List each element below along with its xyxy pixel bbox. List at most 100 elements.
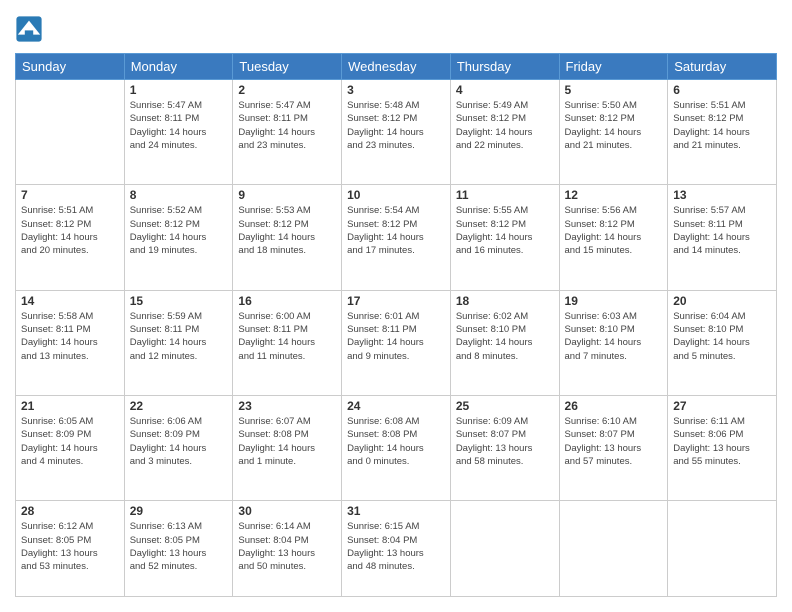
day-number: 7 [21,188,119,202]
day-number: 19 [565,294,663,308]
calendar-cell: 30 Sunrise: 6:14 AM Sunset: 8:04 PM Dayli… [233,501,342,597]
logo-icon [15,15,43,43]
calendar-cell [16,80,125,185]
day-info: Sunrise: 5:54 AM Sunset: 8:12 PM Dayligh… [347,204,445,257]
day-info: Sunrise: 5:51 AM Sunset: 8:12 PM Dayligh… [21,204,119,257]
calendar-cell: 3 Sunrise: 5:48 AM Sunset: 8:12 PM Daylig… [342,80,451,185]
calendar-cell: 7 Sunrise: 5:51 AM Sunset: 8:12 PM Daylig… [16,185,125,290]
day-number: 17 [347,294,445,308]
calendar-cell: 22Sunrise: 6:06 AM Sunset: 8:09 PM Dayli… [124,395,233,500]
day-info: Sunrise: 5:57 AM Sunset: 8:11 PM Dayligh… [673,204,771,257]
day-number: 21 [21,399,119,413]
day-number: 8 [130,188,228,202]
day-number: 23 [238,399,336,413]
day-info: Sunrise: 6:00 AM Sunset: 8:11 PM Dayligh… [238,310,336,363]
day-header-thursday: Thursday [450,54,559,80]
day-number: 25 [456,399,554,413]
day-info: Sunrise: 6:04 AM Sunset: 8:10 PM Dayligh… [673,310,771,363]
calendar-cell [450,501,559,597]
calendar-cell: 16 Sunrise: 6:00 AM Sunset: 8:11 PM Dayli… [233,290,342,395]
day-info: Sunrise: 5:47 AM Sunset: 8:11 PM Dayligh… [130,99,228,152]
day-info: Sunrise: 6:10 AM Sunset: 8:07 PM Dayligh… [565,415,663,468]
week-row-2: 7 Sunrise: 5:51 AM Sunset: 8:12 PM Daylig… [16,185,777,290]
calendar-cell: 23 Sunrise: 6:07 AM Sunset: 8:08 PM Dayli… [233,395,342,500]
day-number: 12 [565,188,663,202]
calendar-cell: 26 Sunrise: 6:10 AM Sunset: 8:07 PM Dayli… [559,395,668,500]
calendar-cell: 1 Sunrise: 5:47 AM Sunset: 8:11 PM Daylig… [124,80,233,185]
logo [15,15,45,43]
day-header-saturday: Saturday [668,54,777,80]
day-info: Sunrise: 5:51 AM Sunset: 8:12 PM Dayligh… [673,99,771,152]
calendar-cell: 14 Sunrise: 5:58 AM Sunset: 8:11 PM Dayli… [16,290,125,395]
calendar-cell [559,501,668,597]
calendar-cell: 21 Sunrise: 6:05 AM Sunset: 8:09 PM Dayli… [16,395,125,500]
day-number: 15 [130,294,228,308]
day-info: Sunrise: 5:58 AM Sunset: 8:11 PM Dayligh… [21,310,119,363]
day-info: Sunrise: 6:02 AM Sunset: 8:10 PM Dayligh… [456,310,554,363]
calendar-header-row: SundayMondayTuesdayWednesdayThursdayFrid… [16,54,777,80]
day-header-sunday: Sunday [16,54,125,80]
calendar-cell: 4Sunrise: 5:49 AM Sunset: 8:12 PM Daylig… [450,80,559,185]
calendar-cell: 13 Sunrise: 5:57 AM Sunset: 8:11 PM Dayli… [668,185,777,290]
calendar-cell: 9 Sunrise: 5:53 AM Sunset: 8:12 PM Daylig… [233,185,342,290]
calendar-cell: 31Sunrise: 6:15 AM Sunset: 8:04 PM Dayli… [342,501,451,597]
day-info: Sunrise: 6:13 AM Sunset: 8:05 PM Dayligh… [130,520,228,573]
day-info: Sunrise: 5:48 AM Sunset: 8:12 PM Dayligh… [347,99,445,152]
day-number: 27 [673,399,771,413]
day-info: Sunrise: 6:03 AM Sunset: 8:10 PM Dayligh… [565,310,663,363]
day-number: 3 [347,83,445,97]
day-info: Sunrise: 6:07 AM Sunset: 8:08 PM Dayligh… [238,415,336,468]
calendar-cell: 8 Sunrise: 5:52 AM Sunset: 8:12 PM Daylig… [124,185,233,290]
calendar-cell: 2 Sunrise: 5:47 AM Sunset: 8:11 PM Daylig… [233,80,342,185]
day-info: Sunrise: 5:56 AM Sunset: 8:12 PM Dayligh… [565,204,663,257]
day-info: Sunrise: 5:53 AM Sunset: 8:12 PM Dayligh… [238,204,336,257]
day-number: 10 [347,188,445,202]
calendar-cell: 17 Sunrise: 6:01 AM Sunset: 8:11 PM Dayli… [342,290,451,395]
calendar-cell [668,501,777,597]
day-info: Sunrise: 6:01 AM Sunset: 8:11 PM Dayligh… [347,310,445,363]
day-number: 6 [673,83,771,97]
day-number: 13 [673,188,771,202]
day-info: Sunrise: 5:52 AM Sunset: 8:12 PM Dayligh… [130,204,228,257]
day-header-tuesday: Tuesday [233,54,342,80]
calendar-cell: 12 Sunrise: 5:56 AM Sunset: 8:12 PM Dayli… [559,185,668,290]
day-number: 2 [238,83,336,97]
day-number: 29 [130,504,228,518]
day-info: Sunrise: 6:05 AM Sunset: 8:09 PM Dayligh… [21,415,119,468]
day-number: 9 [238,188,336,202]
week-row-1: 1 Sunrise: 5:47 AM Sunset: 8:11 PM Daylig… [16,80,777,185]
day-info: Sunrise: 6:08 AM Sunset: 8:08 PM Dayligh… [347,415,445,468]
week-row-5: 28Sunrise: 6:12 AM Sunset: 8:05 PM Dayli… [16,501,777,597]
day-number: 16 [238,294,336,308]
day-info: Sunrise: 5:47 AM Sunset: 8:11 PM Dayligh… [238,99,336,152]
day-header-wednesday: Wednesday [342,54,451,80]
day-info: Sunrise: 5:49 AM Sunset: 8:12 PM Dayligh… [456,99,554,152]
day-number: 22 [130,399,228,413]
day-header-friday: Friday [559,54,668,80]
day-info: Sunrise: 6:11 AM Sunset: 8:06 PM Dayligh… [673,415,771,468]
day-info: Sunrise: 6:14 AM Sunset: 8:04 PM Dayligh… [238,520,336,573]
day-number: 1 [130,83,228,97]
calendar-cell: 28Sunrise: 6:12 AM Sunset: 8:05 PM Dayli… [16,501,125,597]
calendar-cell: 29 Sunrise: 6:13 AM Sunset: 8:05 PM Dayli… [124,501,233,597]
day-number: 18 [456,294,554,308]
day-header-monday: Monday [124,54,233,80]
calendar-cell: 10 Sunrise: 5:54 AM Sunset: 8:12 PM Dayli… [342,185,451,290]
calendar-cell: 15Sunrise: 5:59 AM Sunset: 8:11 PM Dayli… [124,290,233,395]
day-number: 11 [456,188,554,202]
week-row-4: 21 Sunrise: 6:05 AM Sunset: 8:09 PM Dayli… [16,395,777,500]
calendar-cell: 20Sunrise: 6:04 AM Sunset: 8:10 PM Dayli… [668,290,777,395]
calendar-cell: 18 Sunrise: 6:02 AM Sunset: 8:10 PM Dayli… [450,290,559,395]
day-info: Sunrise: 5:55 AM Sunset: 8:12 PM Dayligh… [456,204,554,257]
day-number: 26 [565,399,663,413]
page: SundayMondayTuesdayWednesdayThursdayFrid… [0,0,792,612]
day-number: 28 [21,504,119,518]
day-number: 14 [21,294,119,308]
calendar-cell: 11 Sunrise: 5:55 AM Sunset: 8:12 PM Dayli… [450,185,559,290]
day-number: 30 [238,504,336,518]
day-info: Sunrise: 6:15 AM Sunset: 8:04 PM Dayligh… [347,520,445,573]
day-number: 24 [347,399,445,413]
calendar-cell: 27 Sunrise: 6:11 AM Sunset: 8:06 PM Dayli… [668,395,777,500]
calendar-cell: 19 Sunrise: 6:03 AM Sunset: 8:10 PM Dayli… [559,290,668,395]
day-info: Sunrise: 6:09 AM Sunset: 8:07 PM Dayligh… [456,415,554,468]
